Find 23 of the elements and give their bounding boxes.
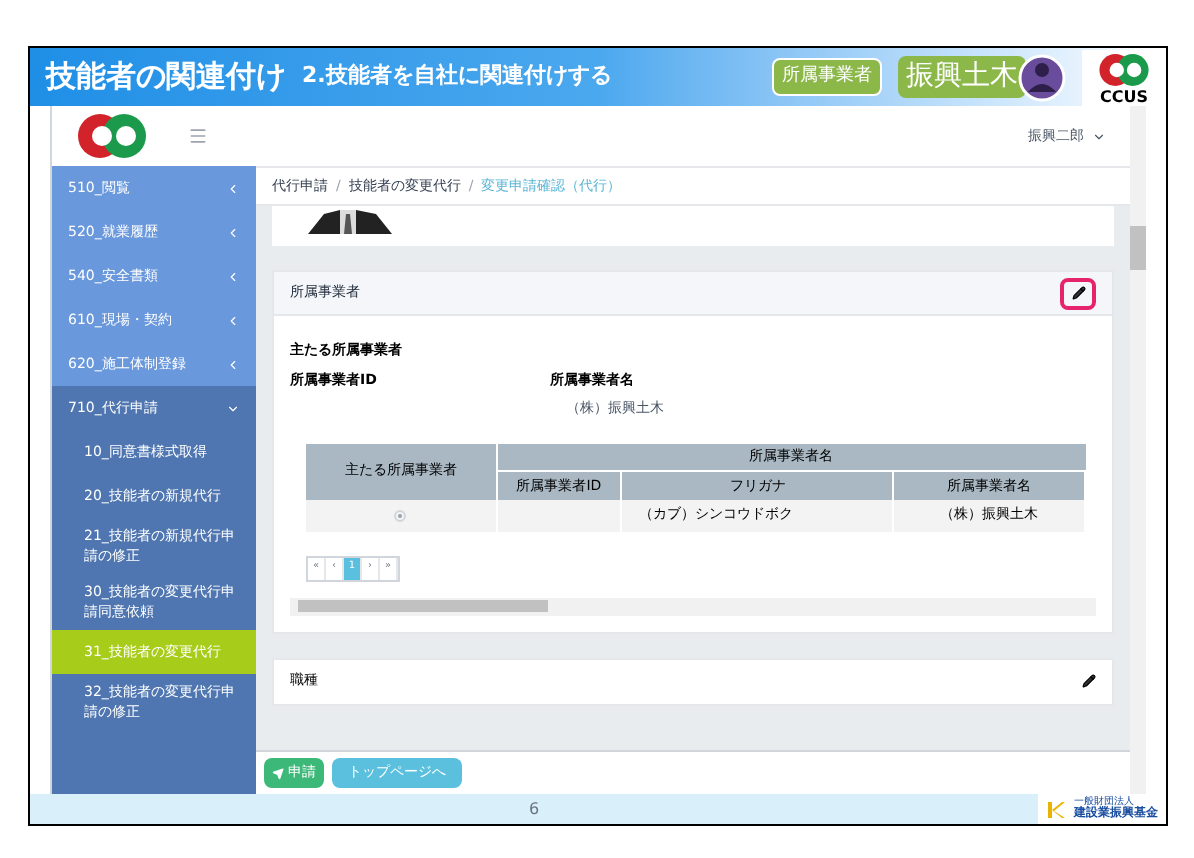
person-avatar-icon [1018, 53, 1066, 101]
role-badge: 所属事業者 [772, 57, 882, 97]
slide-subtitle: 2.技能者を自社に関連付けする [302, 60, 612, 93]
chevron-icon [226, 401, 240, 415]
page-number: 6 [526, 797, 542, 821]
k-logo-icon [1046, 799, 1066, 819]
ccus-logo-text: CCUS [1100, 89, 1148, 105]
slide-title: 技能者の関連付け [46, 56, 286, 99]
menu-icon[interactable] [188, 126, 208, 146]
chevron-icon [226, 269, 240, 283]
chevron-icon [226, 181, 240, 195]
horizontal-scrollbar[interactable] [290, 597, 1096, 615]
company-name: 振興土木 [898, 56, 1026, 98]
radio-button[interactable] [394, 510, 407, 523]
edit-icon[interactable] [1082, 674, 1096, 688]
vertical-scrollbar[interactable] [1130, 106, 1146, 794]
chevron-icon [226, 225, 240, 239]
send-icon [272, 767, 284, 779]
edit-button[interactable] [1060, 277, 1096, 309]
caret-icon [1092, 129, 1106, 143]
chevron-icon [226, 313, 240, 327]
chevron-icon [226, 357, 240, 371]
pencil-icon [1071, 286, 1085, 300]
